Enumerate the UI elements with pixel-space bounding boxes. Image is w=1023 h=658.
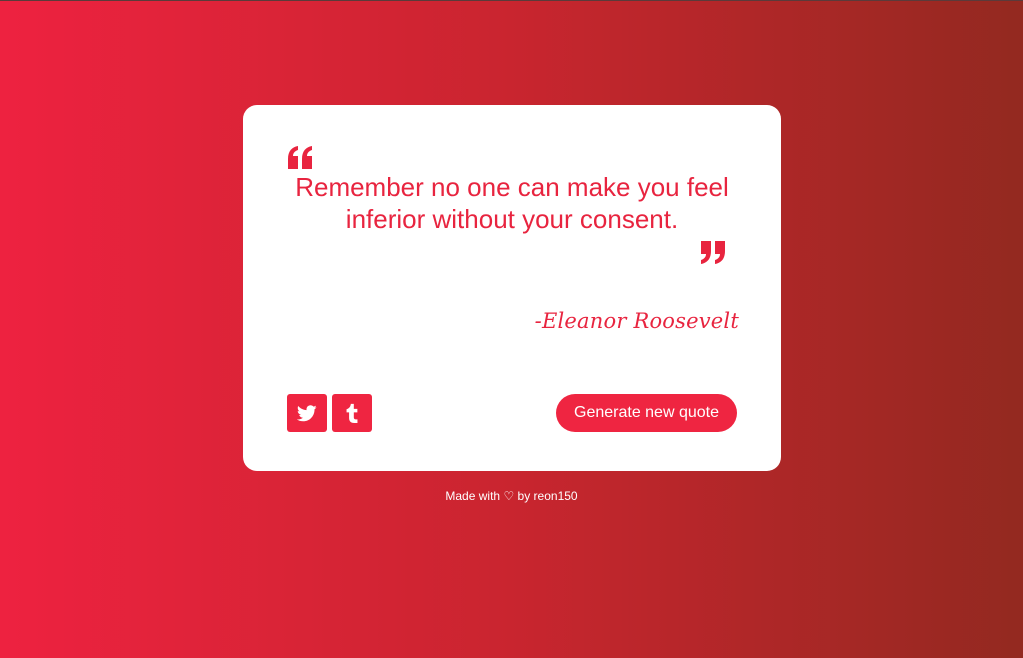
tumblr-share-button[interactable] bbox=[332, 394, 372, 432]
quote-left-icon bbox=[288, 146, 312, 169]
quote-text: Remember no one can make you feel inferi… bbox=[295, 172, 729, 234]
footer-made-with: Made with bbox=[445, 489, 501, 503]
quote-right-icon bbox=[701, 241, 725, 264]
footer-author: by reon150 bbox=[517, 489, 578, 503]
quote-author: -Eleanor Roosevelt bbox=[534, 309, 739, 333]
top-border bbox=[0, 0, 1023, 1]
twitter-icon bbox=[297, 404, 317, 421]
footer: Made with ♡ by reon150 bbox=[0, 489, 1023, 503]
generate-new-quote-button[interactable]: Generate new quote bbox=[556, 394, 737, 432]
quote-card: Remember no one can make you feel inferi… bbox=[243, 105, 781, 471]
tweet-button[interactable] bbox=[287, 394, 327, 432]
tumblr-icon bbox=[346, 403, 358, 423]
heart-icon: ♡ bbox=[503, 489, 515, 503]
